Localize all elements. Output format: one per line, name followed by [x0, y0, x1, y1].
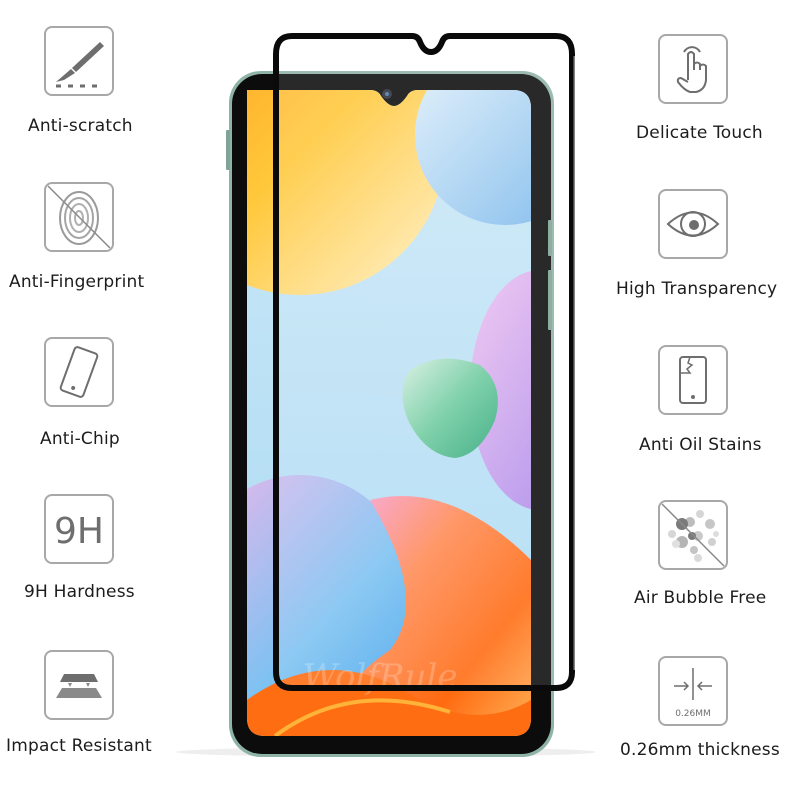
screen-protector: [273, 33, 577, 691]
protector-outline: [273, 33, 575, 691]
phone-illustration: WolfRule: [176, 33, 596, 757]
